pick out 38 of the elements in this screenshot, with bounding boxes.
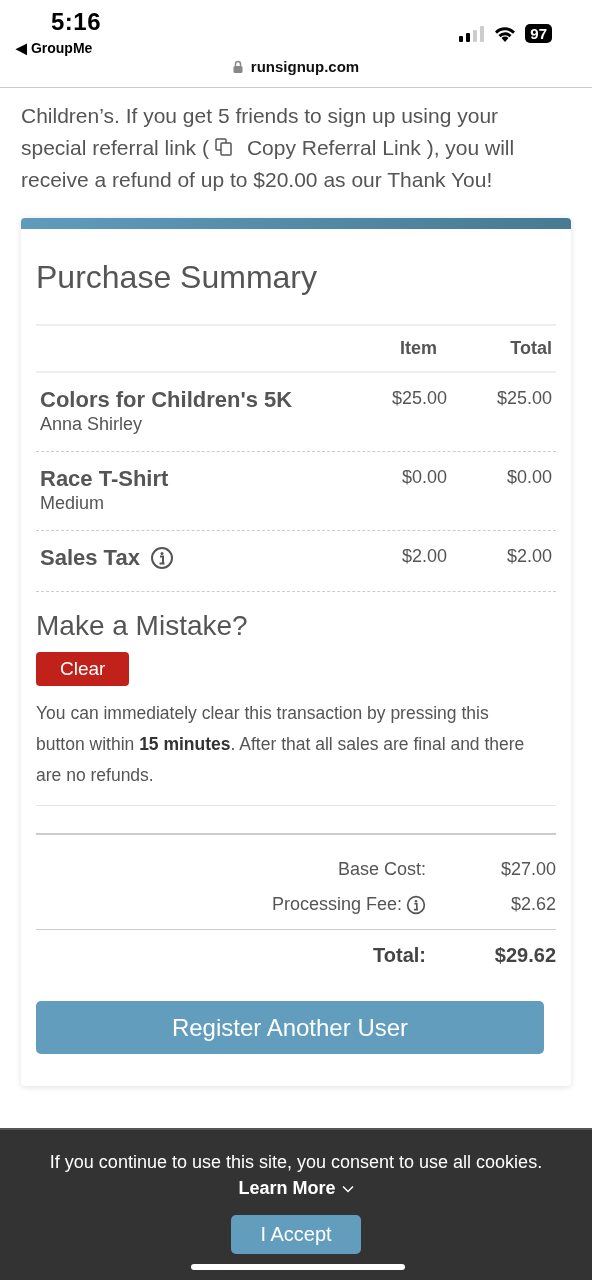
signal-icon [459, 25, 486, 42]
copy-referral-link[interactable]: Copy Referral Link [208, 136, 421, 159]
notice-text: You can immediately clear this transaction by pressing this button within 15 minutes. After that all sales are final and there are no refunds. [36, 702, 526, 787]
back-link[interactable]: ◀ GroupMe [16, 40, 136, 56]
learn-more-link[interactable]: Learn More [238, 1178, 354, 1199]
item-name: Race T-Shirt [40, 466, 169, 492]
table-cell-text: $2.00 [400, 545, 448, 568]
battery-level: 97 [525, 24, 552, 43]
total-value: $2.62 [509, 894, 556, 915]
wifi-icon [493, 24, 518, 43]
total-value: $29.62 [493, 944, 556, 967]
clock-time: 5:16 [49, 8, 102, 36]
url-bar[interactable]: runsignup.com [226, 58, 366, 75]
item-name: Colors for Children's 5K [40, 387, 293, 413]
item-detail: Medium [40, 493, 106, 514]
column-header: Total [509, 338, 553, 359]
referral-text: Children’s. If you get 5 friends to sign up using your special referral link ( Copy Referral Link ), you will receive a refund of up to $20.00 as our Thank You! [21, 103, 516, 193]
table-cell-text: $25.00 [390, 387, 448, 410]
lock-icon [232, 60, 243, 73]
table-cell-text: $2.00 [505, 545, 553, 568]
total-label: Base Cost: [337, 859, 426, 880]
chevron-icon [341, 1184, 354, 1193]
column-header: Item [399, 338, 438, 359]
section-title: Make a Mistake? [36, 591, 556, 642]
total-value: $27.00 [499, 859, 556, 880]
item-name: Sales Tax [40, 545, 140, 571]
total-label: Total: [373, 944, 426, 967]
info-icon[interactable] [406, 894, 426, 915]
info-icon[interactable] [149, 546, 174, 570]
cookie-text: If you continue to use this site, you consent to use all cookies. [49, 1152, 543, 1173]
clear-button[interactable]: Clear [36, 652, 130, 686]
total-label: Processing Fee: [271, 894, 402, 915]
table-cell-text: $0.00 [505, 466, 553, 489]
table-cell-text: $25.00 [495, 387, 553, 410]
table-cell-text: $0.00 [400, 466, 448, 489]
section-title: Purchase Summary [36, 259, 318, 296]
copy-icon [214, 138, 233, 156]
item-detail: Anna Shirley [40, 414, 144, 435]
